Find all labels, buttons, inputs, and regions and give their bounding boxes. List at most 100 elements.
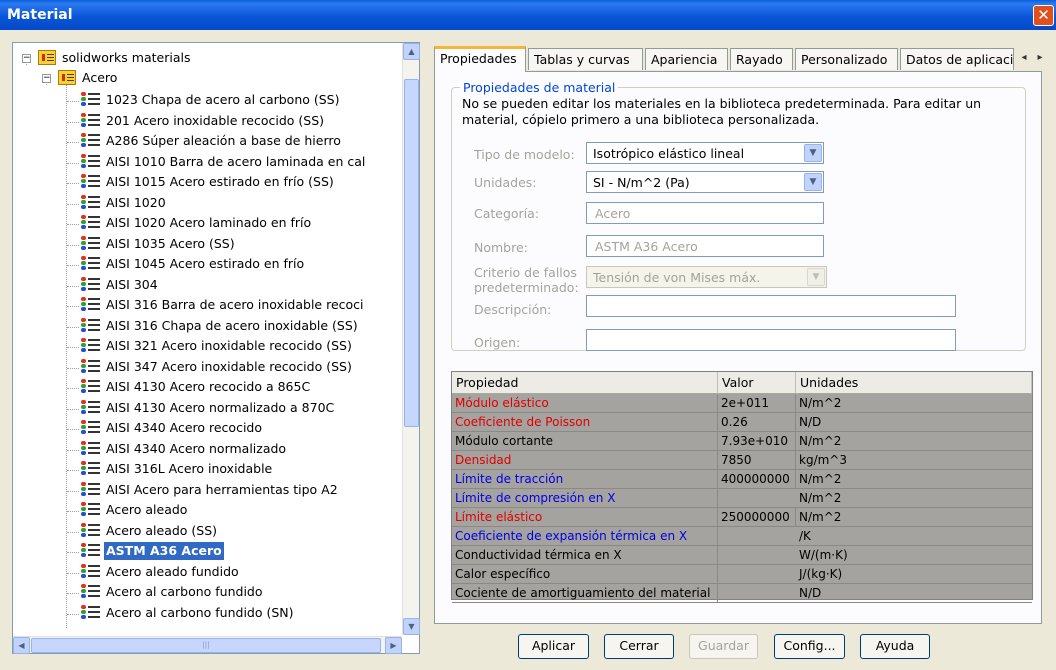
- tree-item[interactable]: Acero al carbono fundido: [80, 583, 265, 603]
- model-type-select[interactable]: Isotrópico elástico lineal ▼: [586, 142, 824, 164]
- cell-property: Calor específico: [452, 565, 718, 583]
- tree-item[interactable]: A286 Súper aleación a base de hierro: [80, 132, 343, 152]
- material-icon: [80, 378, 102, 394]
- tree-item[interactable]: AISI 347 Acero inoxidable recocido (SS): [80, 358, 354, 378]
- tree-item[interactable]: AISI 1020 Acero laminado en frío: [80, 214, 313, 234]
- tree-item-label: 201 Acero inoxidable recocido (SS): [106, 112, 325, 128]
- model-type-value: Isotrópico elástico lineal: [593, 146, 745, 161]
- tree-item[interactable]: AISI 1020: [80, 194, 168, 214]
- units-label: Unidades:: [474, 175, 537, 190]
- table-row[interactable]: Módulo cortante 7.93e+010 N/m^2: [452, 432, 1032, 451]
- tree-item-label: AISI 304: [106, 276, 158, 292]
- cell-units: N/m^2: [799, 491, 842, 505]
- tab-propiedades[interactable]: Propiedades: [434, 46, 526, 72]
- tree-item[interactable]: AISI 4340 Acero normalizado: [80, 440, 288, 460]
- table-row[interactable]: Calor específico J/(kg·K): [452, 565, 1032, 584]
- table-row[interactable]: Densidad 7850 kg/m^3: [452, 451, 1032, 470]
- horizontal-scroll-thumb[interactable]: |||: [31, 638, 381, 653]
- cell-property: Límite de compresión en X: [452, 489, 718, 507]
- cell-units: N/m^2: [799, 434, 842, 448]
- scroll-right-button[interactable]: ▶: [385, 637, 402, 654]
- table-row[interactable]: Conductividad térmica en X W/(m·K): [452, 546, 1032, 565]
- material-icon: [80, 583, 102, 599]
- table-row[interactable]: Módulo elástico 2e+011 N/m^2: [452, 394, 1032, 413]
- tab-scroll-right-button[interactable]: ▸: [1032, 50, 1048, 66]
- cell-property: Cociente de amortiguamiento del material: [452, 584, 718, 602]
- cell-units: W/(m·K): [799, 548, 848, 562]
- tree-item-label: AISI 316 Chapa de acero inoxidable (SS): [106, 317, 358, 333]
- category-field[interactable]: Acero: [586, 202, 824, 224]
- tree-item[interactable]: AISI 316L Acero inoxidable: [80, 460, 274, 480]
- tree-item[interactable]: AISI 4130 Acero recocido a 865C: [80, 378, 312, 398]
- cell-value: 400000000: [718, 470, 796, 488]
- tree-item[interactable]: AISI 4340 Acero recocido: [80, 419, 264, 439]
- tree-horizontal-scrollbar[interactable]: ◀ ||| ▶: [13, 636, 402, 654]
- tree-item-label: Acero aleado: [106, 502, 188, 517]
- vertical-scroll-thumb[interactable]: [404, 79, 419, 427]
- tree-item[interactable]: 201 Acero inoxidable recocido (SS): [80, 112, 326, 132]
- description-field[interactable]: [586, 295, 956, 317]
- tab-personalizado[interactable]: Personalizado: [795, 48, 898, 70]
- tree-item[interactable]: AISI 4130 Acero normalizado a 870C: [80, 399, 336, 419]
- chevron-down-icon[interactable]: ▼: [804, 144, 822, 162]
- name-field[interactable]: ASTM A36 Acero: [586, 235, 824, 257]
- units-value: SI - N/m^2 (Pa): [593, 175, 690, 190]
- tree-item[interactable]: AISI 316 Chapa de acero inoxidable (SS): [80, 317, 360, 337]
- tree-item[interactable]: ASTM A36 Acero: [80, 542, 224, 562]
- tree-item[interactable]: Acero aleado fundido: [80, 563, 241, 583]
- tree-item[interactable]: AISI 1045 Acero estirado en frío: [80, 255, 306, 275]
- tree-item[interactable]: AISI 1010 Barra de acero laminada en cal: [80, 153, 367, 173]
- scroll-down-button[interactable]: ▼: [403, 618, 420, 635]
- table-row[interactable]: Coeficiente de expansión térmica en X/K: [452, 527, 1032, 546]
- table-row[interactable]: Límite de compresión en X N/m^2: [452, 489, 1032, 508]
- tree-item[interactable]: Acero aleado (SS): [80, 522, 219, 542]
- tree-vertical-scrollbar[interactable]: ▲ ▼: [402, 43, 420, 635]
- tree-item[interactable]: AISI 1015 Acero estirado en frío (SS): [80, 173, 336, 193]
- scroll-up-button[interactable]: ▲: [403, 43, 420, 60]
- name-label: Nombre:: [474, 240, 528, 255]
- tab-tablas-curvas[interactable]: Tablas y curvas: [528, 48, 643, 70]
- save-button[interactable]: Guardar: [689, 634, 758, 659]
- units-select[interactable]: SI - N/m^2 (Pa) ▼: [586, 171, 824, 193]
- tree-item[interactable]: AISI 321 Acero inoxidable recocido (SS): [80, 337, 354, 357]
- column-header-property[interactable]: Propiedad: [452, 372, 718, 394]
- tree-item[interactable]: AISI Acero para herramientas tipo A2: [80, 481, 340, 501]
- table-row[interactable]: Cociente de amortiguamiento del material…: [452, 584, 1032, 603]
- tab-rayado[interactable]: Rayado: [730, 48, 793, 70]
- tree-item[interactable]: Acero aleado: [80, 501, 189, 521]
- scroll-left-button[interactable]: ◀: [13, 637, 30, 654]
- tree-item[interactable]: 1023 Chapa de acero al carbono (SS): [80, 91, 342, 111]
- column-header-units[interactable]: Unidades: [796, 372, 1032, 394]
- apply-button[interactable]: Aplicar: [518, 634, 589, 659]
- origin-label: Origen:: [474, 335, 521, 350]
- tab-scroll-left-button[interactable]: ◂: [1016, 50, 1032, 66]
- collapse-toggle-root[interactable]: −: [22, 54, 31, 63]
- tree-item[interactable]: AISI 1035 Acero (SS): [80, 235, 237, 255]
- failure-criterion-label-1: Criterio de fallos: [474, 265, 577, 280]
- tree-item[interactable]: Acero al carbono fundido (SN): [80, 604, 296, 624]
- close-window-button[interactable]: ✕: [1033, 5, 1054, 26]
- table-row[interactable]: Límite de tracción 400000000 N/m^2: [452, 470, 1032, 489]
- tab-datos-aplicacion[interactable]: Datos de aplicación: [900, 48, 1014, 70]
- tree-item[interactable]: AISI 304: [80, 276, 160, 296]
- chevron-down-icon[interactable]: ▼: [807, 268, 825, 286]
- table-row[interactable]: Coeficiente de Poisson 0.26 N/D: [452, 413, 1032, 432]
- collapse-toggle-acero[interactable]: −: [42, 74, 51, 83]
- help-button[interactable]: Ayuda: [860, 634, 930, 659]
- table-row[interactable]: Límite elástico 250000000 N/m^2: [452, 508, 1032, 527]
- tab-apariencia[interactable]: Apariencia: [645, 48, 728, 70]
- column-header-value[interactable]: Valor: [718, 372, 796, 394]
- close-button[interactable]: Cerrar: [604, 634, 674, 659]
- config-button[interactable]: Config...: [774, 634, 845, 659]
- tree-item-label: A286 Súper aleación a base de hierro: [106, 133, 341, 148]
- chevron-down-icon[interactable]: ▼: [804, 173, 822, 191]
- material-icon: [80, 522, 102, 538]
- failure-criterion-select[interactable]: Tensión de von Mises máx. ▼: [586, 266, 827, 288]
- cell-value: 250000000: [718, 508, 796, 526]
- model-type-label: Tipo de modelo:: [474, 147, 575, 162]
- tree-item-label: ASTM A36 Acero: [104, 542, 224, 560]
- origin-field[interactable]: [586, 329, 956, 351]
- tree-item-label: Acero al carbono fundido (SN): [106, 604, 294, 620]
- tree-item[interactable]: AISI 316 Barra de acero inoxidable recoc…: [80, 296, 366, 316]
- tree-item-label: AISI 4340 Acero recocido: [106, 420, 262, 435]
